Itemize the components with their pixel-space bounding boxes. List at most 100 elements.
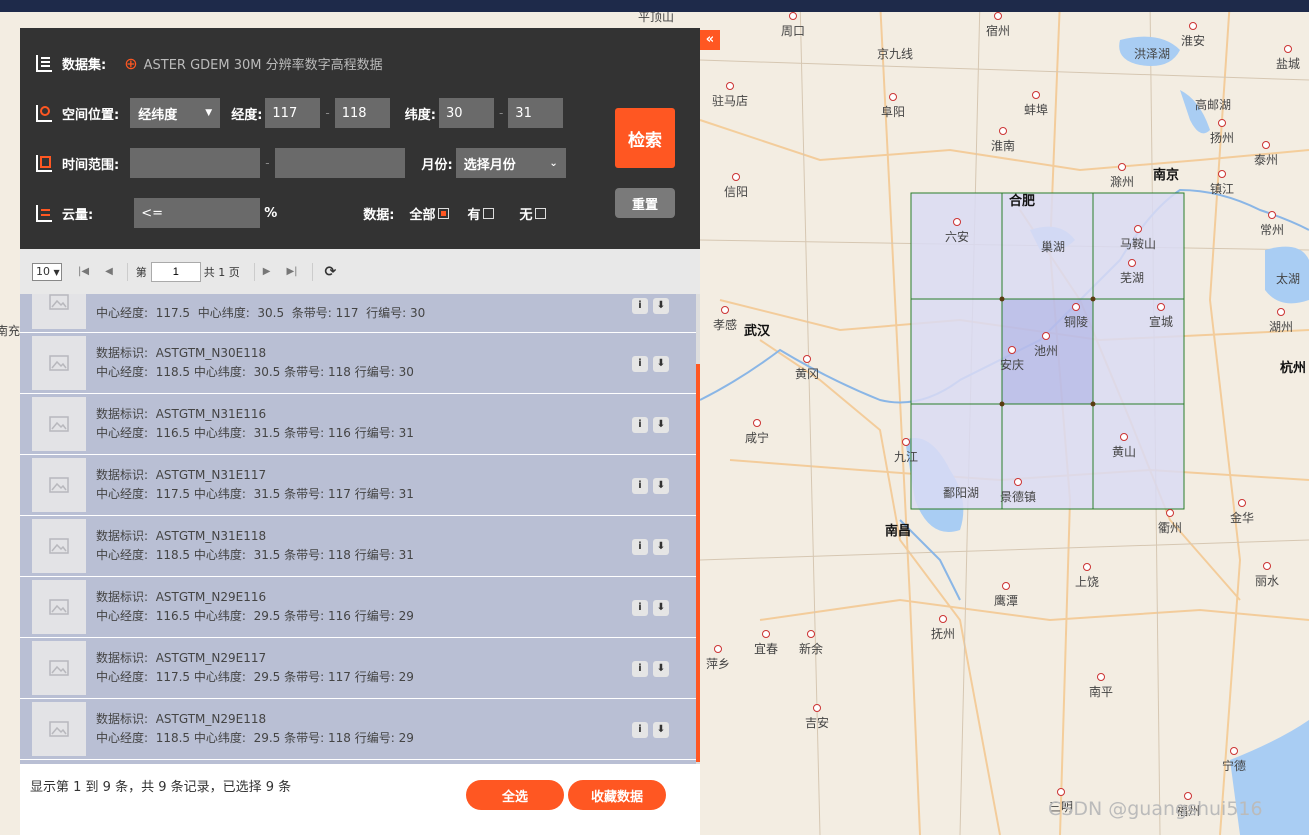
lat-value: 31.5 [253,548,281,562]
strip-value: 118 [327,548,351,562]
id-label: 数据标识: [96,346,149,360]
city-label: 咸宁 [744,431,770,445]
cloud-input[interactable] [134,198,261,228]
record-id: ASTGTM_N29E116 [155,590,267,604]
city-label: 泰州 [1253,153,1279,167]
dataset-name[interactable]: ASTER GDEM 30M 分辨率数字高程数据 [144,54,383,73]
list-item[interactable]: 数据标识: ASTGTM_N31E116 中心经度: 116.5 中心纬度: 31… [20,394,696,455]
time-from-input[interactable] [130,148,261,178]
list-item[interactable]: 中心经度: 117.5 中心纬度: 30.5 条带号: 117 行编号: 30 … [20,294,696,333]
info-button[interactable]: i [632,417,648,433]
info-button[interactable]: i [632,661,648,677]
collapse-panel-button[interactable]: « [700,30,720,50]
list-item[interactable]: 数据标识: ASTGTM_N31E118 中心经度: 118.5 中心纬度: 31… [20,516,696,577]
record-id: ASTGTM_N31E118 [155,529,267,543]
lat-label: 中心纬度: [197,306,250,320]
location-mode-select[interactable]: 经纬度 ▼ [130,98,221,128]
thumbnail[interactable] [32,519,86,573]
page-size-select[interactable]: 10 ▼ [32,262,62,281]
list-item[interactable]: 数据标识: ASTGTM_N29E117 中心经度: 117.5 中心纬度: 29… [20,638,696,699]
image-placeholder-icon [49,477,69,493]
thumbnail[interactable] [32,336,86,390]
time-range-dash: - [265,156,270,170]
thumbnail[interactable] [32,702,86,756]
lon-to-input[interactable] [334,98,390,128]
image-placeholder-icon [49,660,69,676]
reset-button[interactable]: 重置 [615,188,675,218]
city-label: 池州 [1033,344,1059,358]
add-dataset-icon[interactable]: ⊕ [124,54,137,73]
image-placeholder-icon [49,416,69,432]
download-button[interactable]: ⬇ [653,356,669,372]
city-label: 鄱阳湖 [942,486,980,500]
city-marker-icon [1042,332,1050,340]
page-number-input[interactable] [150,261,201,282]
lon-value: 118.5 [155,365,191,379]
download-button[interactable]: ⬇ [653,417,669,433]
list-item[interactable]: 数据标识: ASTGTM_N31E117 中心经度: 117.5 中心纬度: 31… [20,455,696,516]
info-button[interactable]: i [632,356,648,372]
thumbnail[interactable] [32,458,86,512]
data-all-radio[interactable] [438,207,450,219]
time-to-input[interactable] [274,148,405,178]
lat-label: 中心纬度: [193,487,246,501]
city-label: 南充 [0,324,21,338]
thumbnail[interactable] [32,641,86,695]
month-select-value: 选择月份 [463,157,516,173]
lat-from-input[interactable] [438,98,494,128]
city-label: 鹰潭 [993,594,1019,608]
download-button[interactable]: ⬇ [653,539,669,555]
city-label: 安庆 [999,358,1025,372]
lon-value: 118.5 [155,731,191,745]
list-item[interactable]: 数据标识: ASTGTM_N30E118 中心经度: 118.5 中心纬度: 30… [20,333,696,394]
thumbnail[interactable] [32,397,86,451]
list-item[interactable]: 数据标识: ASTGTM_N29E116 中心经度: 116.5 中心纬度: 29… [20,577,696,638]
select-all-button[interactable]: 全选 [466,780,564,810]
city-marker-icon [1277,308,1285,316]
city-marker-icon [813,704,821,712]
time-icon [36,155,52,172]
thumbnail[interactable] [32,580,86,634]
results-list[interactable]: 中心经度: 117.5 中心纬度: 30.5 条带号: 117 行编号: 30 … [20,294,696,764]
prev-page-icon[interactable]: ◀ [105,266,113,277]
download-button[interactable]: ⬇ [653,661,669,677]
refresh-icon[interactable]: ⟳ [325,264,337,280]
info-button[interactable]: i [632,478,648,494]
city-label: 驻马店 [711,94,749,108]
city-marker-icon [1008,346,1016,354]
lon-from-input[interactable] [265,98,321,128]
info-button[interactable]: i [632,600,648,616]
info-button[interactable]: i [632,722,648,738]
download-button[interactable]: ⬇ [653,600,669,616]
lon-value: 117.5 [155,487,191,501]
download-button[interactable]: ⬇ [653,478,669,494]
data-all-label: 全部 [409,207,436,223]
info-button[interactable]: i [632,539,648,555]
city-marker-icon [1097,673,1105,681]
thumbnail[interactable] [32,294,86,329]
city-marker-icon [1032,91,1040,99]
list-scrollbar-thumb[interactable] [696,364,700,762]
next-page-icon[interactable]: ▶ [263,266,271,277]
download-button[interactable]: ⬇ [653,722,669,738]
info-button[interactable]: i [632,298,648,314]
data-none-radio[interactable] [535,207,547,219]
city-marker-icon [889,93,897,101]
search-button[interactable]: 检索 [615,108,675,168]
city-label: 南平 [1088,685,1114,699]
first-page-icon[interactable]: |◀ [78,266,89,277]
data-has-radio[interactable] [483,207,495,219]
favorite-data-button[interactable]: 收藏数据 [568,780,666,810]
list-item[interactable]: 数据标识: ASTGTM_N29E118 中心经度: 118.5 中心纬度: 29… [20,699,696,760]
last-page-icon[interactable]: ▶| [286,266,297,277]
month-select[interactable]: 选择月份 ⌄ [455,148,566,178]
lat-to-input[interactable] [508,98,564,128]
cloud-unit: % [264,205,278,221]
record-id-line: 数据标识: ASTGTM_N31E116 [96,405,266,422]
dropdown-arrow-icon: ▼ [205,108,213,118]
id-label: 数据标识: [96,468,149,482]
chevron-down-icon: ▼ [53,267,60,277]
download-button[interactable]: ⬇ [653,298,669,314]
location-icon [36,105,52,122]
lat-label: 中心纬度: [193,609,246,623]
